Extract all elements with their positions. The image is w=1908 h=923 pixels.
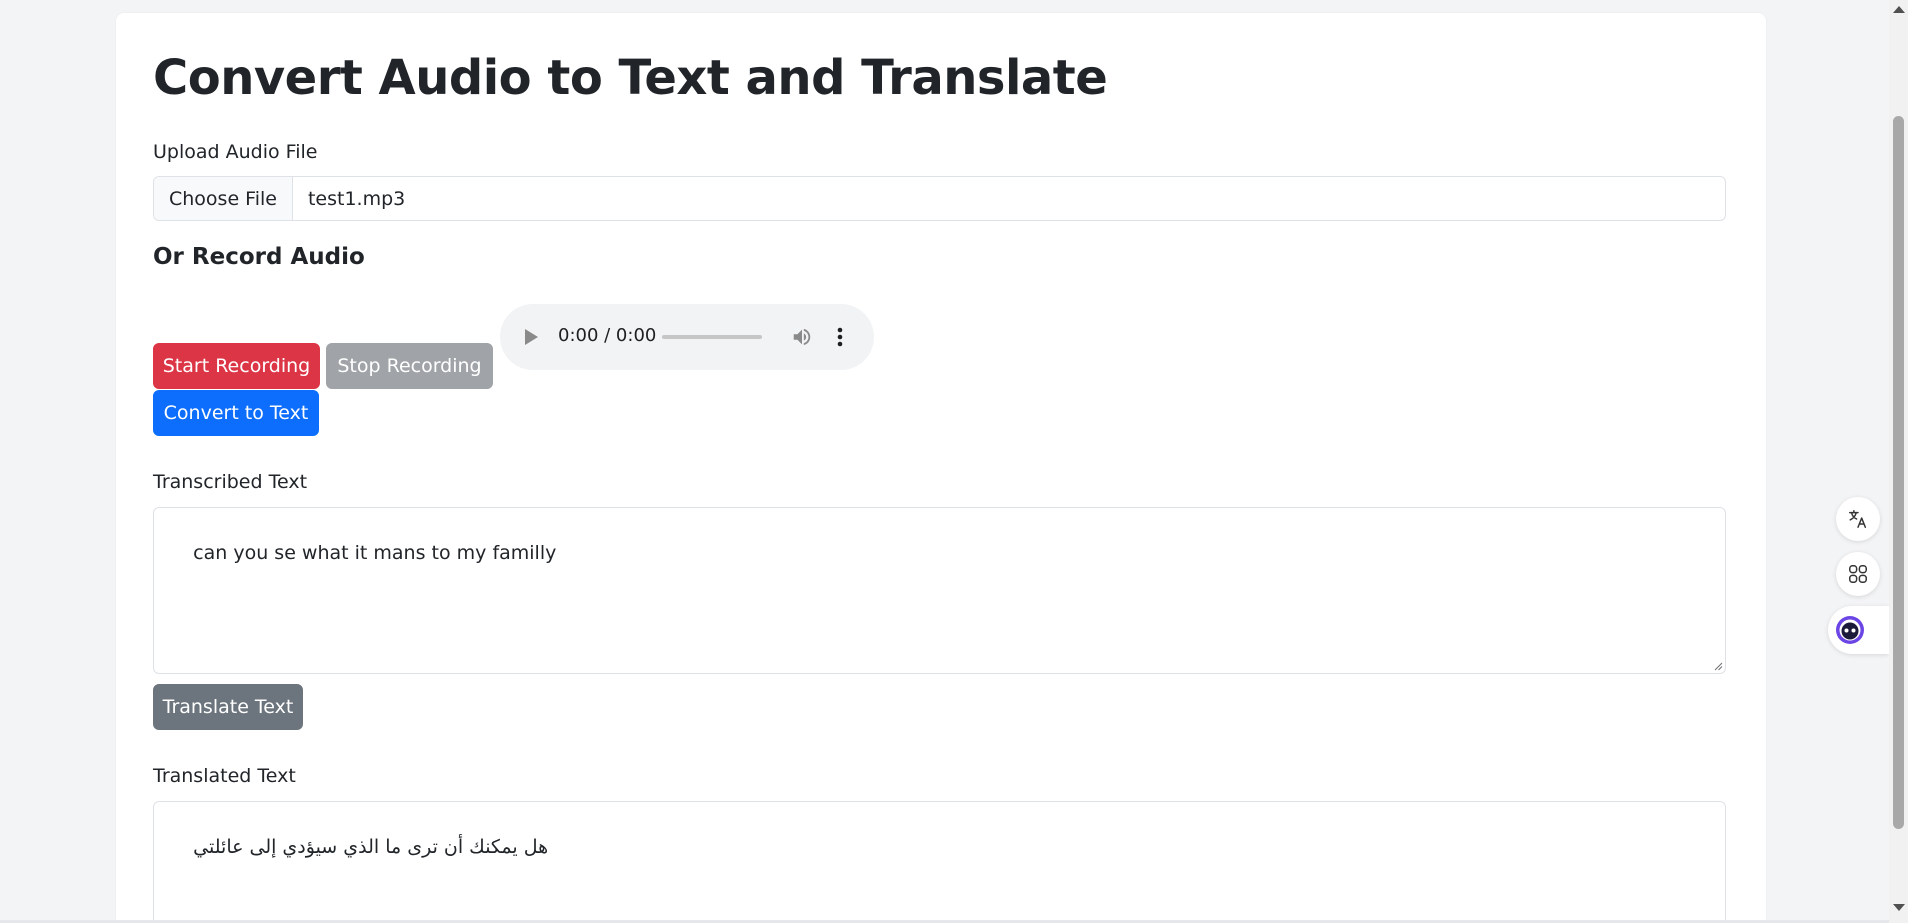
more-options-icon[interactable] [835, 326, 845, 348]
upload-label: Upload Audio File [153, 141, 318, 163]
start-recording-button[interactable]: Start Recording [153, 343, 320, 389]
page: Convert Audio to Text and Translate Uplo… [0, 0, 1889, 923]
main-card [116, 13, 1766, 923]
assistant-icon [1836, 616, 1864, 644]
translate-icon [1849, 510, 1867, 528]
transcribed-textarea[interactable]: can you se what it mans to my familly [153, 507, 1726, 674]
transcribed-label: Transcribed Text [153, 471, 308, 493]
apps-icon [1849, 565, 1867, 583]
transcribed-text: can you se what it mans to my familly [193, 542, 557, 564]
volume-icon[interactable] [791, 326, 813, 348]
play-icon[interactable] [525, 329, 538, 345]
apps-widget-button[interactable] [1836, 552, 1880, 596]
audio-time: 0:00 / 0:00 [558, 325, 657, 346]
selected-file-name: test1.mp3 [307, 187, 406, 210]
scroll-up-arrow-icon[interactable] [1893, 6, 1905, 13]
audio-player[interactable]: 0:00 / 0:00 [500, 304, 874, 370]
record-heading: Or Record Audio [153, 244, 365, 270]
translated-text: هل يمكنك أن ترى ما الذي سيؤدي إلى عائلتي [193, 836, 549, 858]
translated-textarea[interactable]: هل يمكنك أن ترى ما الذي سيؤدي إلى عائلتي [153, 801, 1726, 923]
scrollbar-thumb[interactable] [1893, 116, 1904, 829]
resize-handle-icon[interactable] [1713, 661, 1723, 671]
translate-widget-button[interactable] [1836, 497, 1880, 541]
audio-progress-track[interactable] [662, 335, 762, 339]
assistant-widget-button[interactable] [1828, 606, 1889, 654]
vertical-scrollbar[interactable] [1889, 0, 1908, 923]
convert-to-text-button[interactable]: Convert to Text [153, 390, 319, 436]
page-title: Convert Audio to Text and Translate [153, 50, 1108, 106]
file-input[interactable]: Choose File test1.mp3 [153, 176, 1726, 221]
translated-label: Translated Text [153, 765, 296, 787]
choose-file-button[interactable]: Choose File [154, 177, 293, 220]
scroll-down-arrow-icon[interactable] [1893, 904, 1905, 911]
stop-recording-button[interactable]: Stop Recording [326, 343, 493, 389]
translate-text-button[interactable]: Translate Text [153, 684, 303, 730]
